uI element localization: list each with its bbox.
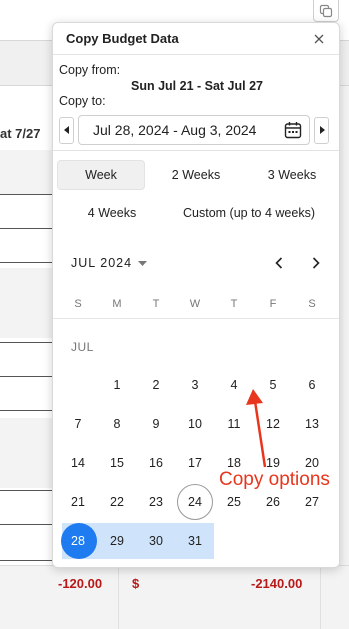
calendar-dropdown: Week 2 Weeks 3 Weeks 4 Weeks Custom (up … [53,150,339,567]
calendar-icon[interactable] [284,121,302,139]
totals-divider [118,565,119,629]
copy-icon [319,4,333,17]
calendar-day[interactable]: 2 [138,367,174,403]
chevron-left-icon [275,257,283,269]
annotation-arrow-icon [246,389,267,468]
weekday-label: S [308,298,316,310]
total-value-2: -2140.00 [251,576,303,591]
triangle-right-icon [319,126,325,134]
calendar-day[interactable]: 1 [99,367,135,403]
calendar-divider [53,318,339,319]
calendar-day[interactable]: 6 [294,367,330,403]
copy-from-value: Sun Jul 21 - Sat Jul 27 [131,79,263,93]
next-month-button[interactable] [304,251,328,275]
weekday-label: T [152,298,160,310]
copy-from-label: Copy from: [59,63,121,77]
calendar-day[interactable]: 3 [177,367,213,403]
date-range-input[interactable]: Jul 28, 2024 - Aug 3, 2024 [78,115,310,145]
dialog-header: Copy Budget Data [53,23,339,55]
calendar-day[interactable]: 9 [138,406,174,442]
weekday-label: T [230,298,238,310]
month-label: JUL 2024 [71,256,133,270]
prev-range-button[interactable] [59,116,74,144]
weekday-label: S [74,298,82,310]
calendar-day[interactable]: 7 [60,406,96,442]
caret-down-icon [138,260,148,266]
table-row-divider [0,490,52,491]
calendar-day[interactable]: 13 [294,406,330,442]
next-range-button[interactable] [314,116,329,144]
table-row-divider [0,228,52,229]
calendar-day[interactable]: 17 [177,445,213,481]
table-row-divider [0,376,52,377]
calendar-day[interactable]: 21 [60,484,96,520]
weekday-label: W [189,298,201,310]
table-row-divider [0,560,52,561]
dialog-title: Copy Budget Data [66,31,179,46]
totals-row [0,565,349,629]
triangle-left-icon [63,126,69,134]
month-short-label: JUL [71,340,94,354]
table-row-divider [0,262,52,263]
calendar-day[interactable]: 15 [99,445,135,481]
table-cell [0,418,52,488]
calendar-day[interactable]: 8 [99,406,135,442]
calendar-day[interactable]: 28 [60,523,96,559]
date-range-picker: Jul 28, 2024 - Aug 3, 2024 [59,115,335,145]
month-selector[interactable]: JUL 2024 [71,256,148,270]
chevron-right-icon [312,257,320,269]
option-3-weeks[interactable]: 3 Weeks [249,160,335,190]
table-row-divider [0,342,52,343]
weekday-label: F [269,298,277,310]
option-2-weeks[interactable]: 2 Weeks [153,160,239,190]
option-4-weeks[interactable]: 4 Weeks [57,198,167,228]
calendar-day[interactable]: 30 [138,523,174,559]
table-cell [0,268,52,338]
calendar-day[interactable]: 29 [99,523,135,559]
table-cell [0,150,52,194]
table-row-divider [0,524,52,525]
close-button[interactable] [311,31,327,47]
calendar-day[interactable]: 14 [60,445,96,481]
currency-symbol: $ [132,576,140,591]
date-range-value: Jul 28, 2024 - Aug 3, 2024 [93,122,257,138]
calendar-day[interactable]: 23 [138,484,174,520]
calendar-day[interactable]: 24 [177,484,213,520]
calendar-day[interactable]: 22 [99,484,135,520]
calendar-day[interactable]: 31 [177,523,213,559]
copy-to-label: Copy to: [59,94,106,108]
total-value-1: -120.00 [58,576,103,591]
copy-budget-dialog: Copy Budget Data Copy from: Sun Jul 21 -… [52,22,340,568]
table-row-divider [0,194,52,195]
option-week[interactable]: Week [57,160,145,190]
close-icon [314,34,324,43]
annotation-label: Copy options [219,469,330,490]
calendar-day[interactable]: 16 [138,445,174,481]
table-row-divider [0,410,52,411]
totals-divider [320,565,321,629]
prev-month-button[interactable] [267,251,291,275]
weekday-label: M [112,298,122,310]
copy-icon-button[interactable] [313,0,339,22]
calendar-day[interactable]: 10 [177,406,213,442]
column-header-week: at 7/27 [0,126,41,141]
option-custom[interactable]: Custom (up to 4 weeks) [169,198,329,228]
